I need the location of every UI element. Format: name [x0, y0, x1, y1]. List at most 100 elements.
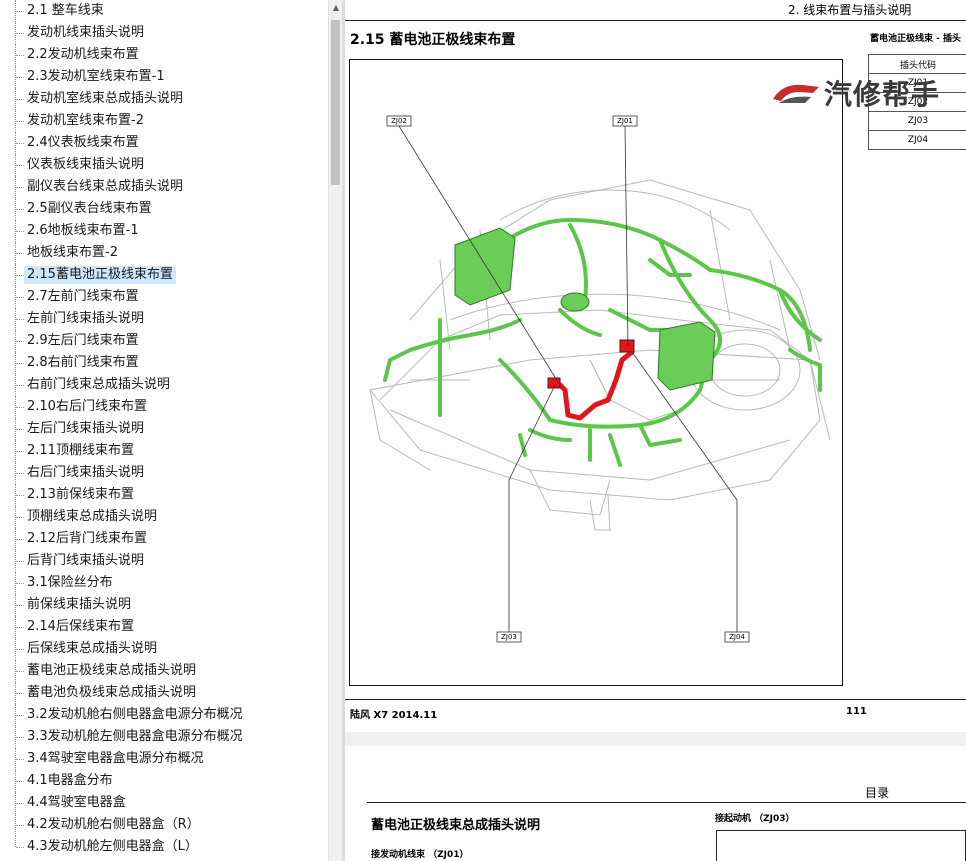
- bookmark-item[interactable]: 2.7左前门线束布置: [0, 286, 328, 308]
- tree-connector: [16, 649, 24, 650]
- tree-connector: [16, 627, 24, 628]
- bookmark-label: 副仪表台线束总成插头说明: [27, 179, 184, 194]
- sidebar-scrollbar[interactable]: ▲: [328, 0, 342, 861]
- bookmark-item[interactable]: 2.9左后门线束布置: [0, 330, 328, 352]
- connector-label-zj01: ZJ01: [617, 117, 633, 125]
- bookmark-label: 后背门线束插头说明: [27, 553, 145, 568]
- tree-connector: [16, 605, 24, 606]
- connector-table-caption: 蓄电池正极线束 - 插头: [870, 34, 962, 44]
- bookmark-item[interactable]: 右前门线束总成插头说明: [0, 374, 328, 396]
- bookmark-item[interactable]: 副仪表台线束总成插头说明: [0, 176, 328, 198]
- bookmark-label: 2.14后保线束布置: [27, 619, 134, 634]
- bookmark-item[interactable]: 3.3发动机舱左侧电器盒电源分布概况: [0, 726, 328, 748]
- tree-connector: [16, 715, 24, 716]
- connector-subtitle: 接发动机线束 （ZJ01）: [371, 850, 469, 860]
- bookmark-label: 2.13前保线束布置: [27, 487, 134, 502]
- tree-connector: [16, 297, 24, 298]
- bookmark-item[interactable]: 2.1 整车线束: [0, 0, 328, 22]
- bookmark-item[interactable]: 2.4仪表板线束布置: [0, 132, 328, 154]
- tree-connector: [16, 517, 24, 518]
- bookmark-item[interactable]: 2.3发动机室线束布置-1: [0, 66, 328, 88]
- bookmark-item[interactable]: 左前门线束插头说明: [0, 308, 328, 330]
- bookmark-item[interactable]: 前保线束插头说明: [0, 594, 328, 616]
- bookmark-label: 发动机线束插头说明: [27, 25, 145, 40]
- tree-connector: [16, 583, 24, 584]
- bookmark-item[interactable]: 3.2发动机舱右侧电器盒电源分布概况: [0, 704, 328, 726]
- bookmark-label: 4.3发动机舱左侧电器盒（L）: [27, 839, 198, 854]
- bookmark-item[interactable]: 发动机线束插头说明: [0, 22, 328, 44]
- bookmark-item[interactable]: 4.3发动机舱左侧电器盒（L）: [0, 836, 328, 858]
- bookmark-label: 2.11顶棚线束布置: [27, 443, 134, 458]
- bookmark-item[interactable]: 2.10右后门线束布置: [0, 396, 328, 418]
- scrollbar-thumb[interactable]: [331, 20, 340, 185]
- footer-model: 陆风 X7 2014.11: [350, 710, 438, 721]
- bookmark-item[interactable]: 3.1保险丝分布: [0, 572, 328, 594]
- tree-connector: [16, 121, 24, 122]
- green-harness: [383, 218, 822, 467]
- tree-connector: [16, 429, 24, 430]
- bookmark-label: 4.1电器盒分布: [27, 773, 113, 788]
- tree-connector: [16, 363, 24, 364]
- tree-connector: [16, 165, 24, 166]
- tree-connector: [16, 803, 24, 804]
- bookmark-label: 3.3发动机舱左侧电器盒电源分布概况: [27, 729, 243, 744]
- tree-connector: [16, 77, 24, 78]
- bookmark-item[interactable]: 3.4驾驶室电器盒电源分布概况: [0, 748, 328, 770]
- bookmark-item[interactable]: 2.5副仪表台线束布置: [0, 198, 328, 220]
- bookmark-item[interactable]: 2.13前保线束布置: [0, 484, 328, 506]
- bookmark-label: 右后门线束插头说明: [27, 465, 145, 480]
- bookmark-label: 3.4驾驶室电器盒电源分布概况: [27, 751, 204, 766]
- tree-connector: [16, 495, 24, 496]
- bookmark-item[interactable]: 2.11顶棚线束布置: [0, 440, 328, 462]
- tree-connector: [16, 55, 24, 56]
- fuse-boxes: [454, 227, 716, 391]
- bookmark-item[interactable]: 2.8右前门线束布置: [0, 352, 328, 374]
- connector-label-zj04: ZJ04: [729, 633, 745, 641]
- bookmark-item[interactable]: 后保线束总成插头说明: [0, 638, 328, 660]
- bookmark-item[interactable]: 2.12后背门线束布置: [0, 528, 328, 550]
- bookmark-item[interactable]: 2.6地板线束布置-1: [0, 220, 328, 242]
- bookmark-item[interactable]: 左后门线束插头说明: [0, 418, 328, 440]
- bookmark-label: 3.2发动机舱右侧电器盒电源分布概况: [27, 707, 243, 722]
- tree-connector: [16, 187, 24, 188]
- document-view[interactable]: 2. 线束布置与插头说明 2.15 蓄电池正极线束布置 蓄电池正极线束 - 插头…: [345, 0, 966, 861]
- bookmark-label: 2.6地板线束布置-1: [27, 223, 139, 238]
- connector-label-zj03: ZJ03: [501, 633, 517, 641]
- bookmark-item[interactable]: 发动机室线束布置-2: [0, 110, 328, 132]
- connector-figure-box: [716, 830, 966, 861]
- bookmark-label: 蓄电池负极线束总成插头说明: [27, 685, 197, 700]
- tree-connector: [16, 781, 24, 782]
- bookmark-label: 地板线束布置-2: [27, 245, 118, 260]
- section-title: 2.15 蓄电池正极线束布置: [350, 32, 516, 48]
- bookmark-label: 右前门线束总成插头说明: [27, 377, 171, 392]
- tree-connector: [16, 99, 24, 100]
- tree-connector: [16, 275, 24, 276]
- tree-connector: [16, 231, 24, 232]
- bookmark-item[interactable]: 2.2发动机线束布置: [0, 44, 328, 66]
- connector-caption: 接起动机 （ZJ03）: [715, 814, 795, 824]
- bookmark-item[interactable]: 发动机室线束总成插头说明: [0, 88, 328, 110]
- bookmark-item[interactable]: 右后门线束插头说明: [0, 462, 328, 484]
- bookmark-item[interactable]: 4.4驾驶室电器盒: [0, 792, 328, 814]
- bookmark-label: 2.4仪表板线束布置: [27, 135, 139, 150]
- bookmark-item[interactable]: 蓄电池负极线束总成插头说明: [0, 682, 328, 704]
- bookmark-item[interactable]: 4.1电器盒分布: [0, 770, 328, 792]
- bookmark-item[interactable]: 地板线束布置-2: [0, 242, 328, 264]
- bookmark-item[interactable]: 2.15蓄电池正极线束布置: [0, 264, 328, 286]
- watermark-logo-icon: [773, 84, 819, 103]
- bookmark-item[interactable]: 蓄电池正极线束总成插头说明: [0, 660, 328, 682]
- bookmark-item[interactable]: 顶棚线束总成插头说明: [0, 506, 328, 528]
- tree-connector: [16, 341, 24, 342]
- bookmark-item[interactable]: 仪表板线束插头说明: [0, 154, 328, 176]
- contents-link[interactable]: 目录: [865, 784, 889, 801]
- watermark: 汽修帮手: [765, 65, 965, 115]
- bookmark-label: 2.10右后门线束布置: [27, 399, 147, 414]
- bookmark-item[interactable]: 2.14后保线束布置: [0, 616, 328, 638]
- scroll-up-arrow-icon[interactable]: ▲: [329, 0, 342, 16]
- bookmark-label: 2.15蓄电池正极线束布置: [24, 266, 176, 284]
- bookmark-item[interactable]: 后背门线束插头说明: [0, 550, 328, 572]
- bookmark-item[interactable]: 4.2发动机舱右侧电器盒（R）: [0, 814, 328, 836]
- tree-connector: [16, 737, 24, 738]
- tree-connector: [16, 319, 24, 320]
- tree-connector: [16, 11, 24, 12]
